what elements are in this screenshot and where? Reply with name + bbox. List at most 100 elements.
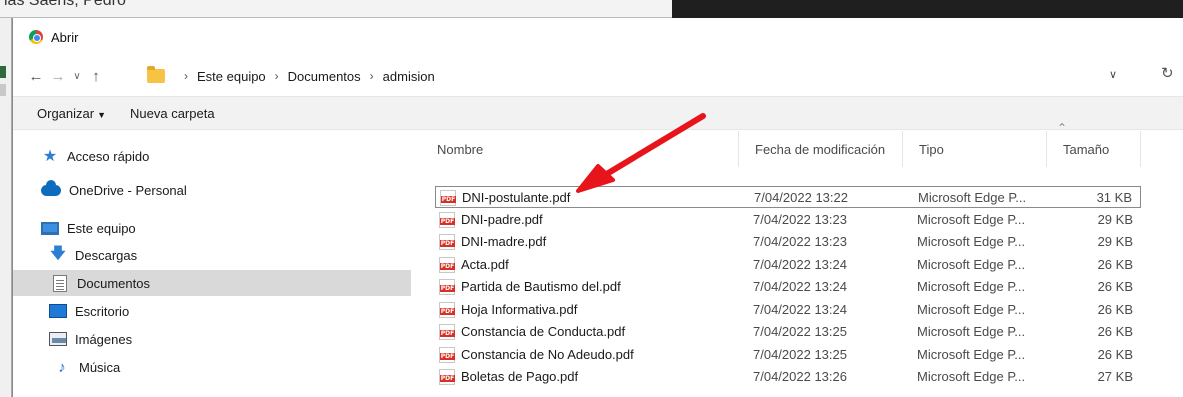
pdf-icon-label: PDF xyxy=(440,307,455,315)
new-folder-button[interactable]: Nueva carpeta xyxy=(130,106,215,121)
breadcrumb-este-equipo[interactable]: Este equipo xyxy=(197,69,266,84)
file-type: Microsoft Edge P... xyxy=(917,346,1026,362)
sidebar-item-label: Este equipo xyxy=(67,220,136,236)
organize-button[interactable]: Organizar ▼ xyxy=(37,106,106,121)
forward-arrow-icon[interactable]: → xyxy=(47,68,69,85)
dialog-content: ★ Acceso rápido OneDrive - Personal Este… xyxy=(13,121,1183,397)
breadcrumb-admision[interactable]: admision xyxy=(383,69,435,84)
address-dropdown-icon[interactable]: ∨ xyxy=(1109,68,1117,81)
back-arrow-icon[interactable]: ← xyxy=(25,68,47,85)
file-size: 29 KB xyxy=(1097,211,1133,227)
file-date: 7/04/2022 13:23 xyxy=(753,211,847,227)
file-date: 7/04/2022 13:24 xyxy=(753,256,847,272)
pdf-file-icon: PDF xyxy=(439,301,455,318)
pdf-file-icon: PDF xyxy=(439,256,455,273)
chevron-down-icon[interactable]: ∨ xyxy=(69,71,85,82)
sidebar-item-label: Descargas xyxy=(75,247,138,263)
navigation-bar: ← → ∨ ↑ › Este equipo › Documentos › adm… xyxy=(13,56,1183,96)
cloud-icon xyxy=(41,179,61,198)
organize-label: Organizar xyxy=(37,105,95,121)
pdf-icon-label: PDF xyxy=(440,352,455,360)
computer-icon xyxy=(41,220,59,236)
file-size: 26 KB xyxy=(1097,301,1133,317)
column-header-date[interactable]: ⌃ Fecha de modificación xyxy=(739,121,1067,167)
chevron-right-icon[interactable]: › xyxy=(184,69,188,83)
pdf-icon-label: PDF xyxy=(440,240,455,247)
column-header-size[interactable]: Tamaño xyxy=(1047,131,1141,167)
file-row[interactable]: PDF Constancia de No Adeudo.pdf 7/04/2022 … xyxy=(435,344,1141,366)
refresh-icon[interactable]: ↻ xyxy=(1161,64,1183,82)
download-icon: 🡇 xyxy=(50,244,66,262)
column-header-label: Tamaño xyxy=(1063,141,1110,157)
caret-down-icon: ▼ xyxy=(97,109,106,120)
file-type: Microsoft Edge P... xyxy=(917,301,1026,317)
file-type: Microsoft Edge P... xyxy=(917,211,1026,227)
chevron-right-icon[interactable]: › xyxy=(275,69,279,83)
pdf-icon-label: PDF xyxy=(440,375,455,382)
file-row[interactable]: PDF Constancia de Conducta.pdf 7/04/2022 1… xyxy=(435,321,1141,343)
file-row[interactable]: PDF Partida de Bautismo del.pdf 7/04/2022 … xyxy=(435,276,1141,298)
sidebar-item-documentos[interactable]: Documentos xyxy=(13,270,411,296)
background-dark-area xyxy=(672,0,1183,18)
file-name: DNI-madre.pdf xyxy=(461,234,547,249)
column-header-name[interactable]: Nombre xyxy=(421,131,739,167)
file-size: 31 KB xyxy=(1096,190,1132,205)
document-icon xyxy=(51,274,69,292)
chrome-icon xyxy=(29,30,43,44)
sidebar-item-label: OneDrive - Personal xyxy=(69,182,187,198)
file-date: 7/04/2022 13:22 xyxy=(754,190,848,205)
file-row[interactable]: PDF DNI-postulante.pdf 7/04/2022 13:22 Micr… xyxy=(435,186,1141,208)
file-size: 27 KB xyxy=(1097,369,1133,384)
sidebar-item-imagenes[interactable]: Imágenes xyxy=(13,326,411,352)
pdf-file-icon: PDF xyxy=(439,211,455,228)
file-type: Microsoft Edge P... xyxy=(917,324,1026,339)
up-arrow-icon[interactable]: ↑ xyxy=(85,68,107,85)
file-name: Hoja Informativa.pdf xyxy=(461,301,578,317)
background-mark xyxy=(0,84,6,96)
file-size: 29 KB xyxy=(1097,234,1133,249)
file-row[interactable]: PDF DNI-madre.pdf 7/04/2022 13:23 Microsoft… xyxy=(435,231,1141,253)
sidebar-item-escritorio[interactable]: Escritorio xyxy=(13,298,411,324)
background-window-title: ias Saens, Pedro xyxy=(4,0,126,9)
dialog-titlebar: Abrir xyxy=(13,18,1183,56)
file-date: 7/04/2022 13:23 xyxy=(753,234,847,249)
sidebar-item-acceso-rapido[interactable]: ★ Acceso rápido xyxy=(13,143,411,169)
file-row[interactable]: PDF Hoja Informativa.pdf 7/04/2022 13:24 Mi… xyxy=(435,299,1141,321)
file-date: 7/04/2022 13:24 xyxy=(753,301,847,317)
pdf-icon-label: PDF xyxy=(440,217,455,225)
pdf-icon-label: PDF xyxy=(441,196,456,203)
sidebar-item-onedrive[interactable]: OneDrive - Personal xyxy=(13,177,411,203)
file-size: 26 KB xyxy=(1097,279,1133,294)
file-type: Microsoft Edge P... xyxy=(917,369,1026,384)
column-header-label: Fecha de modificación xyxy=(755,141,886,157)
sidebar-item-musica[interactable]: ♪ Música xyxy=(13,354,411,380)
column-header-type[interactable]: Tipo xyxy=(903,131,1047,167)
sidebar-item-label: Música xyxy=(79,359,121,375)
address-bar[interactable]: › Este equipo › Documentos › admision ∨ xyxy=(141,60,1143,92)
file-row[interactable]: PDF Acta.pdf 7/04/2022 13:24 Microsoft Edge… xyxy=(435,254,1141,276)
file-list: Nombre ⌃ Fecha de modificación Tipo Tama… xyxy=(421,121,1183,397)
file-type: Microsoft Edge P... xyxy=(917,234,1026,249)
navigation-pane: ★ Acceso rápido OneDrive - Personal Este… xyxy=(13,131,411,397)
pdf-file-icon: PDF xyxy=(439,234,455,250)
sidebar-item-label: Acceso rápido xyxy=(67,148,150,164)
column-header-label: Tipo xyxy=(919,141,944,157)
pdf-icon-label: PDF xyxy=(440,285,455,292)
breadcrumb-documentos[interactable]: Documentos xyxy=(288,69,361,84)
file-row[interactable]: PDF Boletas de Pago.pdf 7/04/2022 13:26 Mic… xyxy=(435,366,1141,388)
sidebar-item-label: Documentos xyxy=(77,275,150,291)
file-name: DNI-padre.pdf xyxy=(461,211,543,227)
chevron-right-icon[interactable]: › xyxy=(370,69,374,83)
folder-icon xyxy=(147,66,165,83)
file-row[interactable]: PDF DNI-padre.pdf 7/04/2022 13:23 Microsoft… xyxy=(435,209,1141,231)
pdf-icon-label: PDF xyxy=(440,262,455,270)
desktop-icon xyxy=(49,303,67,319)
file-type: Microsoft Edge P... xyxy=(918,190,1027,205)
sidebar-item-descargas[interactable]: 🡇 Descargas xyxy=(13,242,411,268)
file-name: DNI-postulante.pdf xyxy=(462,190,571,205)
file-date: 7/04/2022 13:24 xyxy=(753,279,847,294)
sidebar-item-este-equipo[interactable]: Este equipo xyxy=(13,215,411,241)
file-name: Constancia de No Adeudo.pdf xyxy=(461,346,634,362)
file-name: Partida de Bautismo del.pdf xyxy=(461,279,621,294)
file-type: Microsoft Edge P... xyxy=(917,256,1026,272)
